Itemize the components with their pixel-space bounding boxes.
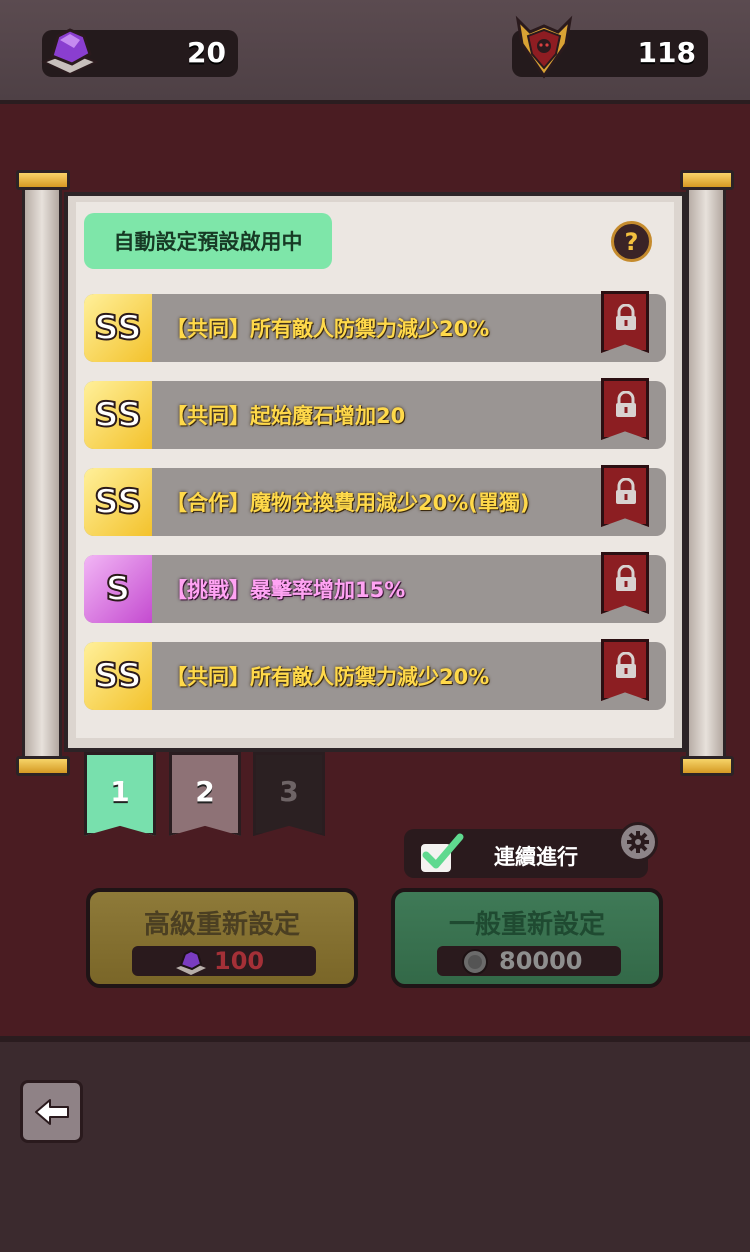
help-button[interactable]: ?	[611, 221, 652, 262]
page-tab-3[interactable]: 3	[253, 752, 325, 836]
checkbox-checked-icon	[419, 833, 464, 874]
advanced-reset-button[interactable]: 高級重新設定 100	[86, 888, 358, 988]
gem-currency: 20	[41, 28, 238, 77]
lock-button[interactable]	[601, 291, 649, 353]
purple-gem-icon	[41, 28, 99, 76]
advanced-reset-cost: 100	[132, 946, 316, 976]
scroll-cap-bottom-right	[680, 756, 734, 776]
option-text: 【共同】所有敵人防禦力減少20%	[166, 665, 490, 689]
lock-icon	[616, 478, 636, 504]
gem-count: 20	[187, 36, 226, 69]
skull-trophy-icon	[515, 15, 573, 79]
lock-button[interactable]	[601, 465, 649, 527]
settings-button[interactable]	[618, 822, 658, 862]
option-row: SS 【共同】所有敵人防禦力減少20%	[84, 294, 666, 362]
bottom-bar	[0, 1036, 750, 1252]
option-text: 【共同】所有敵人防禦力減少20%	[166, 317, 490, 341]
advanced-reset-cost-value: 100	[214, 947, 265, 975]
option-row: SS 【共同】所有敵人防禦力減少20%	[84, 642, 666, 710]
advanced-reset-title: 高級重新設定	[143, 910, 300, 940]
lock-button[interactable]	[601, 378, 649, 440]
grade-badge: SS	[84, 468, 152, 536]
scroll-cap-bottom-left	[16, 756, 70, 776]
scroll-rod-left	[22, 180, 62, 764]
option-row: SS 【合作】魔物兌換費用減少20%(單獨)	[84, 468, 666, 536]
option-text: 【挑戰】暴擊率增加15%	[166, 578, 406, 602]
purple-gem-icon	[176, 949, 206, 975]
continue-toggle[interactable]: 連續進行	[404, 829, 648, 878]
option-text: 【共同】起始魔石增加20	[166, 404, 406, 428]
option-row: SS 【共同】起始魔石增加20	[84, 381, 666, 449]
back-arrow-icon	[34, 1098, 69, 1125]
normal-reset-cost: 80000	[437, 946, 621, 976]
trophy-count: 118	[637, 36, 696, 69]
lock-icon	[616, 391, 636, 417]
normal-reset-button[interactable]: 一般重新設定 80000	[391, 888, 663, 988]
back-button[interactable]	[20, 1080, 83, 1143]
grade-badge: S	[84, 555, 152, 623]
grade-badge: SS	[84, 294, 152, 362]
scroll-rod-right	[686, 180, 726, 764]
top-bar: 20 118	[0, 0, 750, 104]
scroll-cap-top-right	[680, 170, 734, 190]
auto-preset-badge: 自動設定預設啟用中	[84, 213, 332, 269]
scroll-cap-top-left	[16, 170, 70, 190]
option-text: 【合作】魔物兌換費用減少20%(單獨)	[166, 491, 530, 515]
lock-icon	[616, 565, 636, 591]
lock-button[interactable]	[601, 639, 649, 701]
page-tab-1[interactable]: 1	[84, 752, 156, 836]
continue-label: 連續進行	[494, 845, 578, 869]
option-row: S 【挑戰】暴擊率增加15%	[84, 555, 666, 623]
lock-button[interactable]	[601, 552, 649, 614]
lock-icon	[616, 304, 636, 330]
coin-icon	[462, 949, 488, 975]
grade-badge: SS	[84, 642, 152, 710]
trophy-currency: 118	[512, 15, 708, 79]
normal-reset-title: 一般重新設定	[448, 910, 605, 940]
lock-icon	[616, 652, 636, 678]
page-tab-2[interactable]: 2	[169, 752, 241, 836]
normal-reset-cost-value: 80000	[499, 947, 583, 975]
grade-badge: SS	[84, 381, 152, 449]
gear-icon	[627, 831, 649, 853]
